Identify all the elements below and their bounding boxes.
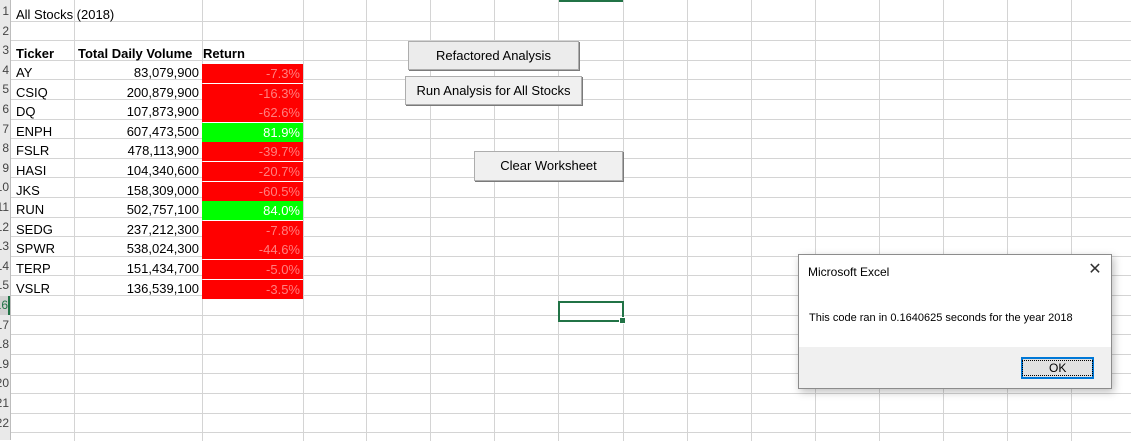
return-cell[interactable]: -7.8% bbox=[202, 221, 303, 240]
ticker-cell[interactable]: VSLR bbox=[13, 279, 53, 298]
ticker-cell[interactable]: SPWR bbox=[13, 239, 58, 258]
ticker-cell[interactable]: RUN bbox=[13, 200, 47, 219]
row-number[interactable]: 21 bbox=[0, 394, 9, 413]
row-number[interactable]: 18 bbox=[0, 335, 9, 354]
gridline-col bbox=[751, 0, 752, 441]
ticker-cell[interactable]: FSLR bbox=[13, 141, 52, 160]
volume-cell[interactable]: 237,212,300 bbox=[75, 220, 202, 239]
header-return[interactable]: Return bbox=[200, 44, 248, 63]
row-number[interactable]: 2 bbox=[0, 22, 9, 41]
volume-cell[interactable]: 607,473,500 bbox=[75, 122, 202, 141]
row-number[interactable]: 6 bbox=[0, 100, 9, 119]
volume-cell[interactable]: 107,873,900 bbox=[75, 102, 202, 121]
return-cell[interactable]: -7.3% bbox=[202, 64, 303, 83]
row-number[interactable]: 5 bbox=[0, 80, 9, 99]
ticker-cell[interactable]: JKS bbox=[13, 181, 43, 200]
ticker-cell[interactable]: AY bbox=[13, 63, 35, 82]
volume-cell[interactable]: 200,879,900 bbox=[75, 83, 202, 102]
close-icon[interactable]: ✕ bbox=[1086, 261, 1104, 279]
ticker-cell[interactable]: ENPH bbox=[13, 122, 55, 141]
row-number[interactable]: 15 bbox=[0, 276, 9, 295]
ticker-cell[interactable]: SEDG bbox=[13, 220, 56, 239]
row-number[interactable]: 12 bbox=[0, 218, 9, 237]
active-cell-selection[interactable] bbox=[558, 301, 626, 324]
row-number[interactable]: 17 bbox=[0, 316, 9, 335]
sheet-title[interactable]: All Stocks (2018) bbox=[13, 5, 117, 24]
row-number[interactable]: 7 bbox=[0, 120, 9, 139]
volume-cell[interactable]: 151,434,700 bbox=[75, 259, 202, 278]
header-ticker[interactable]: Ticker bbox=[13, 44, 57, 63]
volume-cell[interactable]: 83,079,900 bbox=[75, 63, 202, 82]
dialog-footer: OK bbox=[799, 347, 1111, 388]
fill-handle[interactable] bbox=[619, 317, 626, 324]
gridline-col bbox=[623, 0, 624, 441]
row-number[interactable]: 19 bbox=[0, 355, 9, 374]
row-number[interactable]: 10 bbox=[0, 178, 9, 197]
return-cell[interactable]: -16.3% bbox=[202, 84, 303, 103]
return-cell[interactable]: -60.5% bbox=[202, 182, 303, 201]
volume-cell[interactable]: 478,113,900 bbox=[75, 141, 202, 160]
ticker-cell[interactable]: HASI bbox=[13, 161, 49, 180]
ticker-cell[interactable]: CSIQ bbox=[13, 83, 51, 102]
row-number[interactable]: 16 bbox=[0, 296, 10, 315]
row-number[interactable]: 22 bbox=[0, 414, 9, 433]
header-total-daily-volume[interactable]: Total Daily Volume bbox=[75, 44, 195, 63]
gridline-col bbox=[687, 0, 688, 441]
return-cell[interactable]: -39.7% bbox=[202, 142, 303, 161]
row-number[interactable]: 4 bbox=[0, 61, 9, 80]
return-cell[interactable]: 84.0% bbox=[202, 201, 303, 220]
gridline-col bbox=[366, 0, 367, 441]
clear-worksheet-button[interactable]: Clear Worksheet bbox=[474, 151, 623, 181]
row-number[interactable]: 8 bbox=[0, 139, 9, 158]
active-column-marker bbox=[559, 0, 623, 2]
message-dialog: Microsoft Excel ✕ This code ran in 0.164… bbox=[798, 254, 1112, 389]
return-cell[interactable]: -3.5% bbox=[202, 280, 303, 299]
row-number[interactable]: 13 bbox=[0, 237, 9, 256]
dialog-title: Microsoft Excel bbox=[808, 265, 890, 279]
row-number[interactable]: 14 bbox=[0, 257, 9, 276]
row-number[interactable]: 1 bbox=[0, 2, 9, 21]
gridline-col bbox=[303, 0, 304, 441]
row-number[interactable]: 11 bbox=[0, 198, 9, 217]
row-number[interactable]: 20 bbox=[0, 374, 9, 393]
row-number[interactable]: 3 bbox=[0, 41, 9, 60]
volume-cell[interactable]: 136,539,100 bbox=[75, 279, 202, 298]
ticker-cell[interactable]: TERP bbox=[13, 259, 54, 278]
gridline-row bbox=[0, 393, 1131, 394]
return-cell[interactable]: -62.6% bbox=[202, 103, 303, 122]
row-number[interactable]: 9 bbox=[0, 159, 9, 178]
return-cell[interactable]: 81.9% bbox=[202, 123, 303, 142]
return-cell[interactable]: -44.6% bbox=[202, 240, 303, 259]
gridline-row bbox=[0, 21, 1131, 22]
run-analysis-all-stocks-button[interactable]: Run Analysis for All Stocks bbox=[405, 76, 582, 105]
volume-cell[interactable]: 538,024,300 bbox=[75, 239, 202, 258]
ok-button[interactable]: OK bbox=[1021, 357, 1094, 379]
refactored-analysis-button[interactable]: Refactored Analysis bbox=[408, 41, 579, 70]
gridline-row bbox=[0, 432, 1131, 433]
ticker-cell[interactable]: DQ bbox=[13, 102, 39, 121]
ok-button-label: OK bbox=[1021, 360, 1094, 376]
volume-cell[interactable]: 158,309,000 bbox=[75, 181, 202, 200]
dialog-message: This code ran in 0.1640625 seconds for t… bbox=[809, 312, 1073, 324]
return-cell[interactable]: -5.0% bbox=[202, 260, 303, 279]
return-cell[interactable]: -20.7% bbox=[202, 162, 303, 181]
volume-cell[interactable]: 104,340,600 bbox=[75, 161, 202, 180]
volume-cell[interactable]: 502,757,100 bbox=[75, 200, 202, 219]
gridline-row bbox=[0, 413, 1131, 414]
